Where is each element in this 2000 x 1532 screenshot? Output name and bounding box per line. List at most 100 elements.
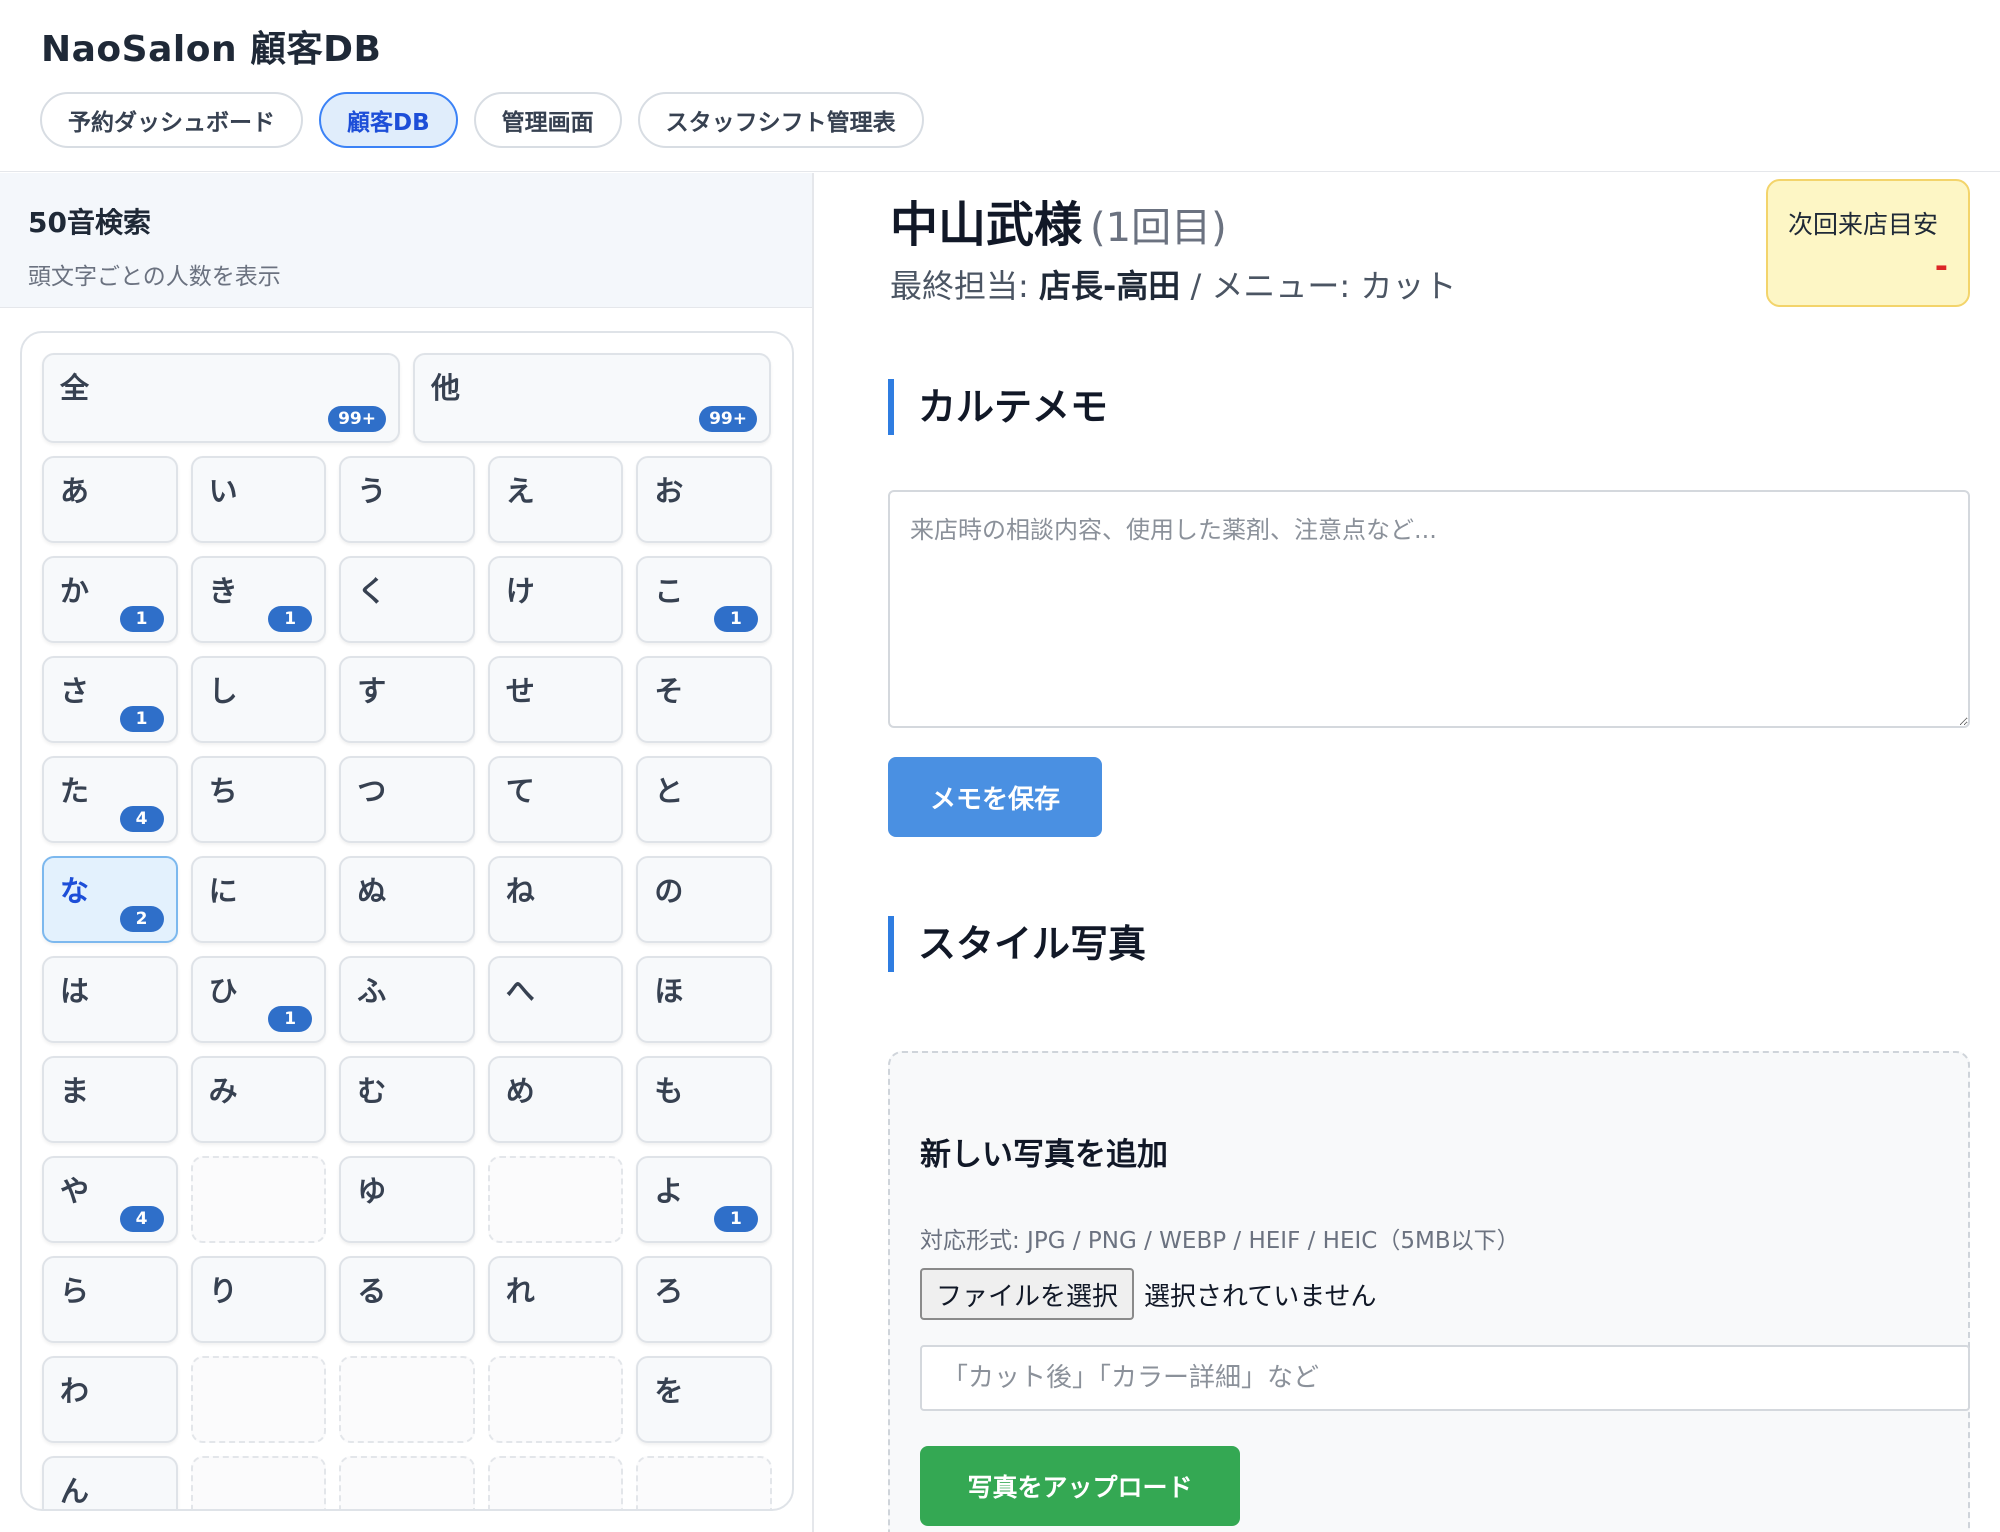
kana-button[interactable]: ろ bbox=[636, 1256, 772, 1343]
kana-button[interactable]: よ1 bbox=[636, 1156, 772, 1243]
kana-char: く bbox=[357, 574, 387, 608]
kana-char: わ bbox=[60, 1374, 90, 1408]
memo-section-title: カルテメモ bbox=[888, 379, 1108, 435]
kana-button[interactable]: さ1 bbox=[42, 656, 178, 743]
kana-button[interactable]: ひ1 bbox=[190, 956, 327, 1043]
choose-file-button[interactable]: ファイルを選択 bbox=[920, 1268, 1135, 1320]
kana-char: ろ bbox=[654, 1274, 684, 1308]
upload-photo-button[interactable]: 写真をアップロード bbox=[920, 1446, 1240, 1526]
kana-button[interactable]: こ1 bbox=[636, 556, 772, 643]
kana-char: は bbox=[60, 974, 90, 1008]
kana-cell-empty bbox=[339, 1356, 475, 1443]
kana-button[interactable]: て bbox=[487, 756, 624, 843]
kana-button[interactable]: つ bbox=[339, 756, 475, 843]
kana-button[interactable]: な2 bbox=[42, 856, 178, 943]
kana-button[interactable]: け bbox=[487, 556, 624, 643]
kana-char: さ bbox=[60, 674, 90, 708]
kana-button[interactable]: る bbox=[339, 1256, 475, 1343]
menu-label: メニュー: bbox=[1211, 267, 1361, 305]
kana-button[interactable]: に bbox=[190, 856, 327, 943]
kana-button[interactable]: い bbox=[190, 456, 327, 543]
kana-button[interactable]: お bbox=[636, 456, 772, 543]
kana-button[interactable]: く bbox=[339, 556, 475, 643]
kana-button[interactable]: と bbox=[636, 756, 772, 843]
kana-button[interactable]: あ bbox=[42, 456, 178, 543]
kana-button[interactable]: し bbox=[190, 656, 327, 743]
kana-button[interactable]: ね bbox=[487, 856, 624, 943]
kana-button[interactable]: ん bbox=[42, 1456, 178, 1509]
staff-name: 店長-高田 bbox=[1038, 267, 1181, 305]
kana-char: ち bbox=[208, 774, 238, 808]
save-memo-button[interactable]: メモを保存 bbox=[888, 757, 1102, 837]
kana-button[interactable]: か1 bbox=[42, 556, 178, 643]
photo-caption-input[interactable] bbox=[920, 1345, 1970, 1411]
kana-button[interactable]: す bbox=[339, 656, 475, 743]
kana-button-all[interactable]: 全 99+ bbox=[42, 353, 400, 443]
kana-char: ま bbox=[60, 1074, 90, 1108]
kana-button-other[interactable]: 他 99+ bbox=[413, 353, 771, 443]
kana-char: む bbox=[357, 1074, 387, 1108]
memo-textarea[interactable] bbox=[888, 490, 1970, 728]
tab-admin[interactable]: 管理画面 bbox=[473, 92, 622, 148]
kana-button[interactable]: も bbox=[636, 1056, 772, 1143]
customer-detail: 中山武様 (1回目) 最終担当: 店長-高田 / メニュー: カット 次回来店目安… bbox=[850, 173, 2000, 1532]
kana-row: た4 ち つてと bbox=[42, 756, 772, 843]
kana-char: を bbox=[654, 1374, 684, 1408]
customer-meta: 最終担当: 店長-高田 / メニュー: カット bbox=[890, 261, 1456, 307]
kana-button[interactable]: え bbox=[487, 456, 624, 543]
staff-label: 最終担当: bbox=[890, 267, 1039, 305]
kana-button[interactable]: り bbox=[190, 1256, 327, 1343]
kana-char: れ bbox=[505, 1274, 535, 1308]
kana-count-badge: 1 bbox=[713, 1206, 758, 1232]
kana-cell-empty bbox=[339, 1456, 475, 1509]
kana-char: ひ bbox=[208, 974, 238, 1008]
kana-button[interactable]: め bbox=[487, 1056, 624, 1143]
kana-button[interactable]: ほ bbox=[636, 956, 772, 1043]
kana-button[interactable]: そ bbox=[636, 656, 772, 743]
kana-button[interactable]: き1 bbox=[190, 556, 327, 643]
kana-char: す bbox=[357, 674, 387, 708]
kana-row: ら り る れ ろ bbox=[42, 1256, 772, 1343]
kana-button[interactable]: む bbox=[339, 1056, 475, 1143]
kana-button[interactable]: の bbox=[636, 856, 772, 943]
kana-char: と bbox=[654, 774, 684, 808]
kana-button[interactable]: わ bbox=[42, 1356, 178, 1443]
kana-button[interactable]: た4 bbox=[42, 756, 178, 843]
kana-button[interactable]: み bbox=[190, 1056, 327, 1143]
kana-button[interactable]: や4 bbox=[42, 1156, 178, 1243]
kana-button[interactable]: せ bbox=[487, 656, 624, 743]
sidebar-header: 50音検索 頭文字ごとの人数を表示 bbox=[0, 173, 812, 308]
kana-row: あ いうえお bbox=[42, 456, 772, 543]
kana-button[interactable]: ぬ bbox=[339, 856, 475, 943]
kana-button[interactable]: う bbox=[339, 456, 475, 543]
kana-char: あ bbox=[60, 474, 90, 508]
visit-count: (1回目) bbox=[1090, 205, 1227, 251]
kana-button[interactable]: ち bbox=[190, 756, 327, 843]
kana-button[interactable]: は bbox=[42, 956, 178, 1043]
tab-customer-db[interactable]: 顧客DB bbox=[319, 92, 458, 148]
kana-count-badge: 1 bbox=[268, 606, 313, 632]
kana-char: も bbox=[654, 1074, 684, 1108]
kana-index-panel: 全 99+ 他 99+ あいうえおか 1 き 1 くけこ 1 さ 1 しすせそた 4 ちつてとな 2 にぬねのは… bbox=[20, 331, 794, 1511]
kana-button[interactable]: れ bbox=[487, 1256, 624, 1343]
kana-char: り bbox=[208, 1274, 238, 1308]
kana-count-badge: 1 bbox=[268, 1006, 313, 1032]
kana-char: に bbox=[208, 874, 238, 908]
kana-char: ら bbox=[60, 1274, 90, 1308]
kana-button[interactable]: を bbox=[636, 1356, 772, 1443]
tab-reservation-dashboard[interactable]: 予約ダッシュボード bbox=[40, 92, 303, 148]
kana-button[interactable]: ふ bbox=[339, 956, 475, 1043]
kana-button[interactable]: ら bbox=[42, 1256, 178, 1343]
kana-button[interactable]: ゆ bbox=[339, 1156, 475, 1243]
kana-row: わを bbox=[42, 1356, 772, 1443]
kana-button[interactable]: へ bbox=[487, 956, 624, 1043]
kana-char: こ bbox=[654, 574, 684, 608]
kana-button[interactable]: ま bbox=[42, 1056, 178, 1143]
sidebar: 50音検索 頭文字ごとの人数を表示 全 99+ 他 99+ あいうえおか 1 き 1 くけこ 1 さ… bbox=[0, 173, 814, 1532]
kana-count-badge: 2 bbox=[119, 906, 164, 932]
kana-row: 全 99+ 他 99+ bbox=[42, 353, 772, 443]
kana-char: る bbox=[357, 1274, 387, 1308]
tab-staff-shift[interactable]: スタッフシフト管理表 bbox=[637, 92, 924, 148]
kana-char: よ bbox=[654, 1174, 684, 1208]
app-title: NaoSalon 顧客DB bbox=[41, 29, 382, 70]
